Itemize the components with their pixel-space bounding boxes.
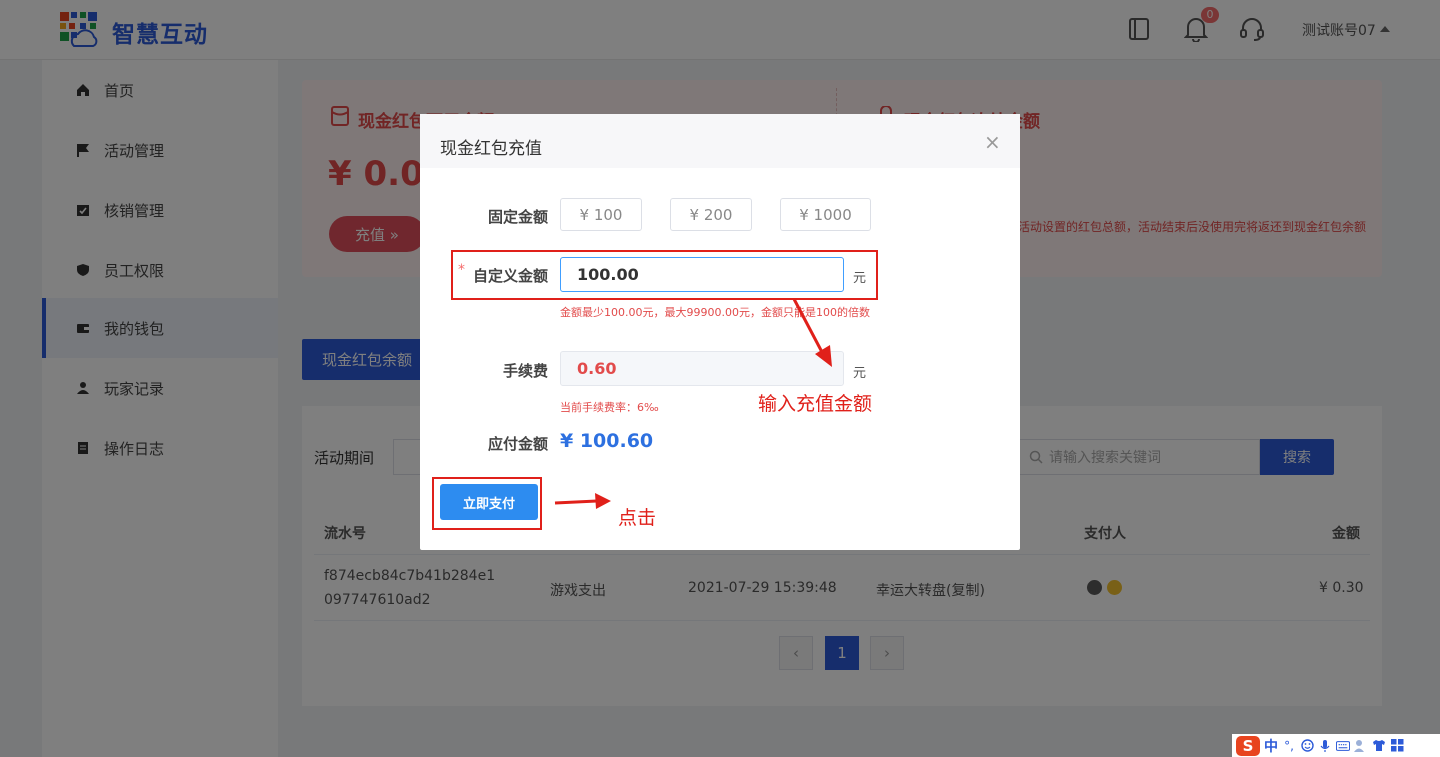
fixed-amount-option-200[interactable]: ¥ 200 (670, 198, 752, 231)
punctuation-icon[interactable]: °, (1282, 739, 1296, 753)
microphone-icon[interactable] (1318, 739, 1332, 753)
fee-label: 手续费 (502, 362, 548, 380)
dialog-title: 现金红包充值 (440, 139, 542, 159)
ime-logo[interactable]: S (1236, 735, 1260, 756)
emoji-icon[interactable] (1300, 739, 1314, 753)
annotation-box-pay (432, 477, 542, 530)
toolbox-grid-icon[interactable] (1390, 739, 1404, 753)
fee-rate-hint: 当前手续费率：6‰ (560, 401, 659, 414)
ime-toolbar: S 中 °, (1232, 734, 1440, 757)
annotation-input-hint: 输入充值金额 (758, 393, 873, 415)
keyboard-icon[interactable] (1336, 739, 1350, 753)
annotation-arrow-down-icon (792, 298, 832, 367)
fee-value: 0.60 (577, 359, 617, 378)
fixed-amount-option-1000[interactable]: ¥ 1000 (780, 198, 871, 231)
annotation-box-amount (451, 250, 878, 300)
payable-amount: ¥ 100.60 (560, 430, 654, 452)
annotation-arrow-right-icon (554, 493, 611, 509)
payable-label: 应付金额 (487, 435, 548, 453)
close-icon[interactable]: × (984, 132, 1001, 152)
skin-shirt-icon[interactable] (1372, 739, 1386, 753)
fixed-amount-option-100[interactable]: ¥ 100 (560, 198, 642, 231)
annotation-click-hint: 点击 (618, 507, 657, 529)
fixed-amount-label: 固定金额 (487, 208, 548, 226)
fee-unit: 元 (853, 366, 867, 381)
user-settings-icon[interactable] (1354, 739, 1368, 753)
ime-mode[interactable]: 中 (1264, 736, 1278, 756)
